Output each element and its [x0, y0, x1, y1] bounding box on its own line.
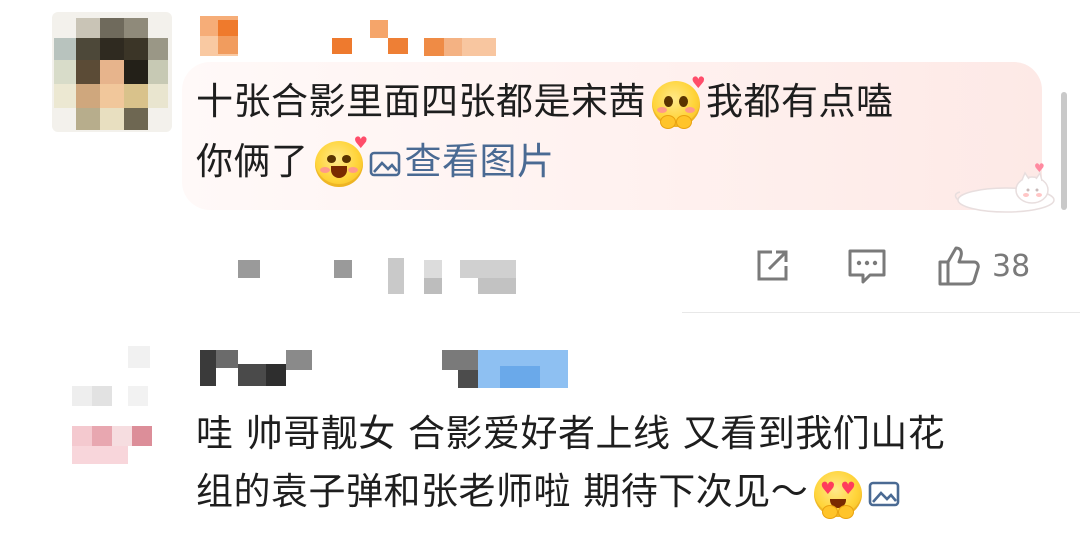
share-icon: [757, 250, 788, 281]
divider: [682, 312, 1080, 313]
share-button[interactable]: [752, 244, 792, 288]
comment-text-line: 哇 帅哥靓女 合影爱好者上线 又看到我们山花: [196, 404, 945, 464]
comment-text: 组的袁子弹和张老师啦 期待下次见～: [196, 470, 809, 513]
comment-meta: [238, 256, 518, 296]
svg-text:♥: ♥: [1034, 161, 1045, 175]
comment-text-line: 十张合影里面四张都是宋茜 ♥ 我都有点嗑: [196, 72, 894, 132]
grinning-face-emoji: ♥: [314, 134, 368, 187]
scrollbar[interactable]: [1061, 92, 1067, 210]
comment-text-line: 你俩了 ♥ 查看图片: [196, 132, 555, 192]
blushing-face-emoji: ♥: [652, 74, 706, 129]
heart-eyes-emoji: ♥ ♥: [814, 470, 863, 519]
comment-text: 你俩了: [196, 140, 309, 183]
reply-button[interactable]: [846, 244, 888, 288]
cat-sticker: ♥: [954, 161, 1055, 213]
comment-text: 我都有点嗑: [706, 80, 894, 123]
image-icon[interactable]: [868, 481, 900, 507]
comment-icon: [848, 249, 886, 284]
username[interactable]: [200, 16, 500, 58]
comment-text: 十张合影里面四张都是宋茜: [196, 80, 646, 123]
like-button[interactable]: 38: [936, 244, 1030, 288]
thumbs-up-icon: [938, 246, 980, 286]
username[interactable]: [200, 350, 580, 390]
view-image-link[interactable]: 查看图片: [369, 140, 555, 183]
view-image-label: 查看图片: [404, 140, 555, 183]
avatar[interactable]: [72, 346, 172, 466]
avatar[interactable]: [52, 12, 172, 132]
comment-text-line: 组的袁子弹和张老师啦 期待下次见～ ♥ ♥: [196, 462, 904, 522]
image-icon: [369, 151, 400, 176]
comment-text: 哇 帅哥靓女 合影爱好者上线 又看到我们山花: [196, 412, 946, 455]
like-count: 38: [992, 248, 1031, 284]
